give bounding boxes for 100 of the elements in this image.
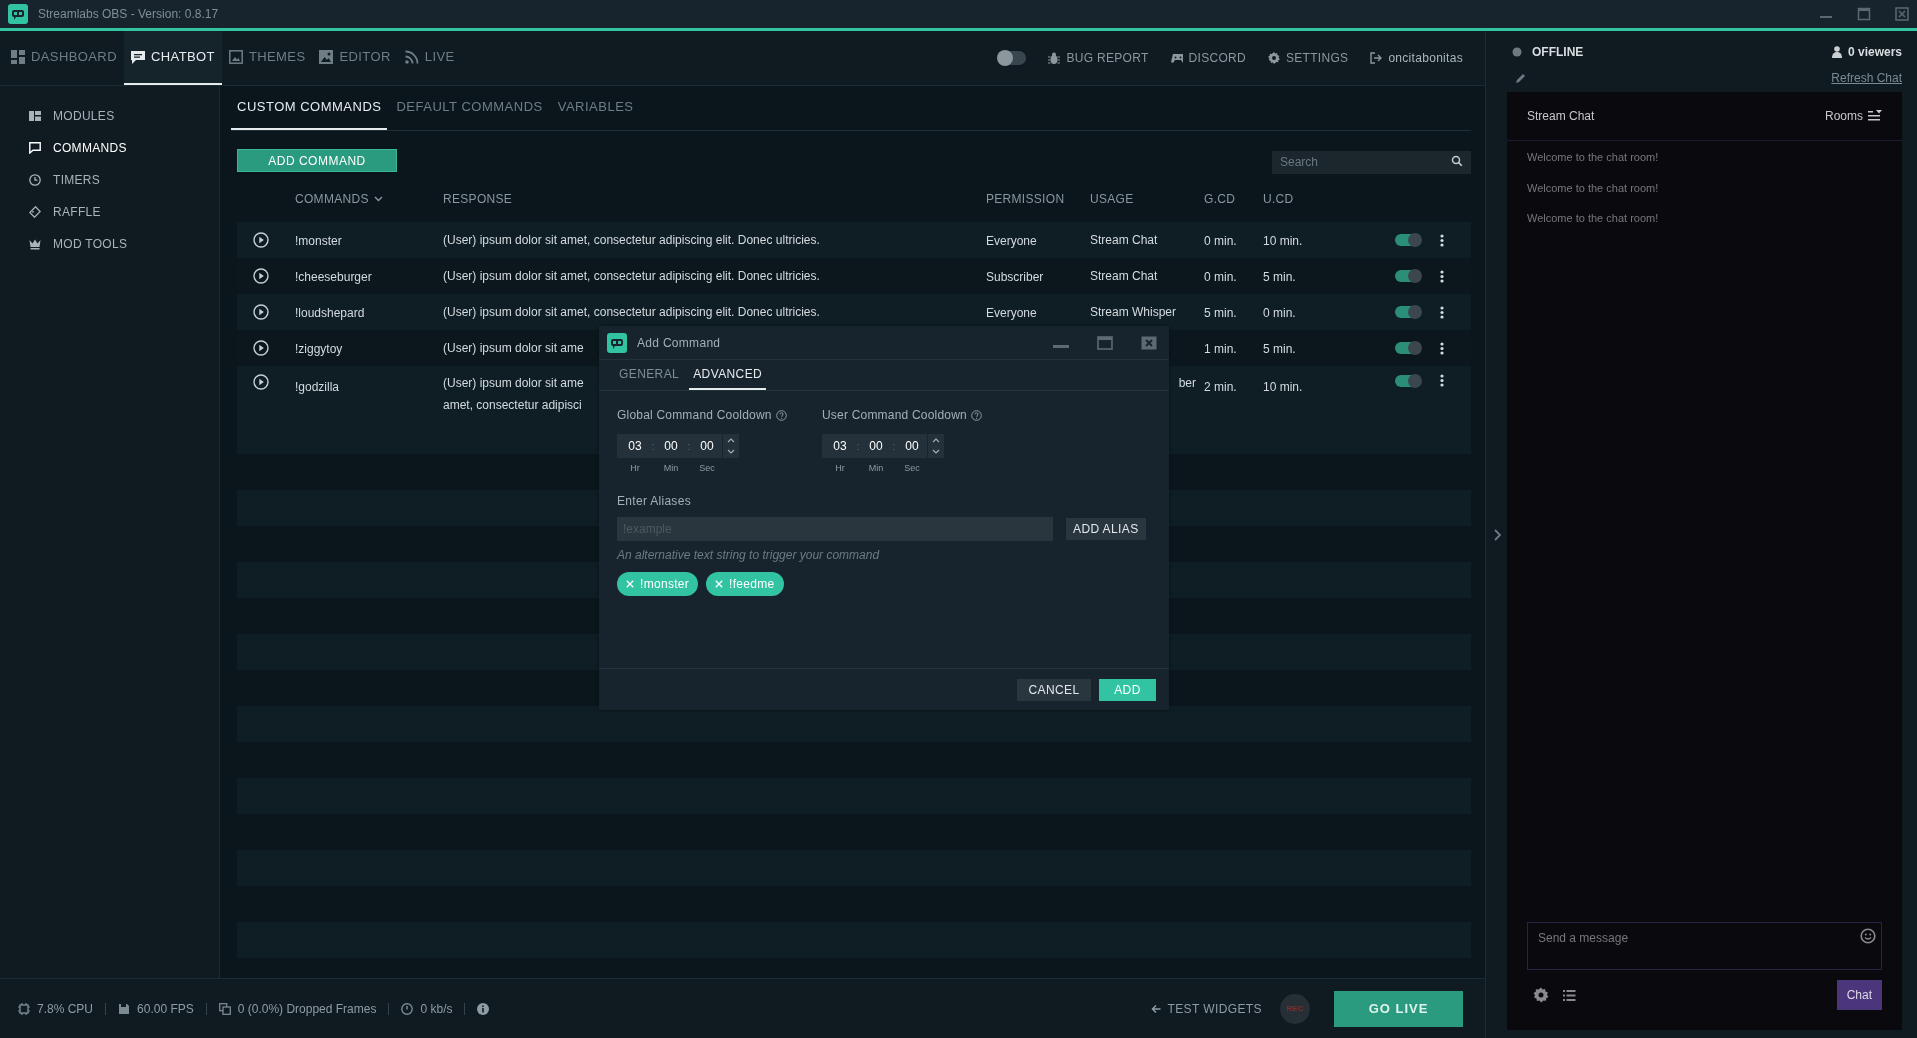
permission-text: Everyone: [986, 234, 1037, 248]
unit-label: Hr: [629, 462, 641, 475]
search-field[interactable]: Search: [1272, 150, 1471, 174]
more-vertical-icon[interactable]: [1440, 341, 1444, 355]
dashboard-icon: [11, 50, 25, 64]
sub-tab[interactable]: CUSTOM COMMANDS: [231, 86, 388, 130]
night-mode-toggle[interactable]: [998, 51, 1027, 65]
sidebar-item[interactable]: COMMANDS: [0, 132, 219, 164]
list-icon[interactable]: [1563, 989, 1576, 1001]
pencil-icon[interactable]: [1515, 72, 1527, 84]
chat-title: Stream Chat: [1527, 108, 1595, 125]
play-icon[interactable]: [253, 340, 269, 356]
nav-action[interactable]: BUG REPORT: [1048, 49, 1149, 67]
permission-text: Subscriber: [986, 270, 1044, 284]
more-vertical-icon[interactable]: [1440, 305, 1444, 319]
time-picker[interactable]: 03 : 00 : 00: [617, 434, 722, 458]
chevron-down-icon[interactable]: [373, 196, 383, 202]
spinner-arrows-icon[interactable]: [723, 434, 739, 458]
cancel-button[interactable]: CANCEL: [1017, 678, 1091, 701]
search-icon: [1451, 155, 1463, 167]
cooldown-text: 0 min.: [1204, 270, 1237, 284]
sub-tab[interactable]: VARIABLES: [551, 86, 640, 130]
test-widgets-button[interactable]: TEST WIDGETS: [1151, 999, 1262, 1018]
gamepad-icon: [1170, 52, 1183, 64]
modules-icon: [29, 110, 41, 122]
arrow-left-icon: [1151, 1003, 1162, 1014]
column-header: RESPONSE: [443, 191, 513, 208]
add-command-button[interactable]: ADD COMMAND: [237, 149, 397, 172]
gauge-icon: [401, 1002, 414, 1015]
message-field[interactable]: Send a message: [1527, 922, 1882, 970]
nav-tab[interactable]: CHATBOT: [123, 31, 222, 85]
toggle-switch[interactable]: [1395, 234, 1421, 246]
sidebar-item[interactable]: MODULES: [0, 100, 219, 132]
info-icon[interactable]: [477, 1002, 490, 1015]
time-picker[interactable]: 03 : 00 : 00: [822, 434, 927, 458]
clock-icon: [29, 174, 41, 186]
nav-tab[interactable]: THEMES: [221, 31, 313, 85]
alias-hint: An alternative text string to trigger your command: [617, 546, 881, 564]
nav-tab[interactable]: DASHBOARD: [4, 31, 124, 85]
chat-send-button[interactable]: Chat: [1836, 980, 1882, 1010]
toggle-switch[interactable]: [1395, 375, 1421, 387]
dialog-tab[interactable]: ADVANCED: [689, 360, 767, 390]
chevron-right-icon[interactable]: [1492, 528, 1501, 541]
column-header: U.CD: [1263, 191, 1294, 208]
command-name: !loudshepard: [295, 306, 365, 320]
close-icon[interactable]: [1141, 335, 1157, 350]
toggle-switch[interactable]: [1395, 342, 1421, 354]
settings-icon: [1267, 52, 1280, 64]
command-name: !godzilla: [295, 380, 340, 394]
more-vertical-icon[interactable]: [1440, 374, 1444, 387]
sub-tab[interactable]: DEFAULT COMMANDS: [390, 86, 549, 130]
sortable-column-header[interactable]: COMMANDS: [295, 190, 369, 208]
settings-icon[interactable]: [1533, 987, 1549, 1003]
help-icon[interactable]: [970, 409, 982, 421]
crown-icon: [29, 238, 41, 250]
play-icon[interactable]: [253, 374, 269, 390]
rooms-button[interactable]: Rooms: [1825, 107, 1882, 125]
image-icon: [228, 50, 243, 64]
save-icon: [118, 1002, 131, 1015]
more-vertical-icon[interactable]: [1440, 269, 1444, 283]
person-icon: [1831, 46, 1842, 58]
dialog-tab[interactable]: GENERAL: [615, 360, 684, 390]
add-alias-button[interactable]: ADD ALIAS: [1066, 517, 1146, 540]
more-vertical-icon[interactable]: [1440, 233, 1444, 247]
response-text: amet, consectetur adipisci: [443, 397, 582, 414]
ticket-icon: [29, 206, 41, 218]
toggle-switch[interactable]: [1395, 270, 1421, 282]
cooldown-text: 1 min.: [1204, 342, 1237, 356]
status-dot-icon: [1512, 47, 1522, 57]
nav-tab[interactable]: LIVE: [397, 31, 462, 85]
nav-action[interactable]: SETTINGS: [1267, 49, 1349, 67]
column-header: PERMISSION: [986, 191, 1065, 208]
toggle-switch[interactable]: [1395, 306, 1421, 318]
chat-message: Welcome to the chat room!: [1527, 180, 1660, 196]
maximize-icon[interactable]: [1857, 7, 1871, 21]
smiley-icon[interactable]: [1860, 928, 1876, 944]
app-logo-icon: [607, 332, 627, 353]
app-logo-icon: [8, 4, 28, 24]
unit-label: Min: [867, 462, 885, 475]
help-icon[interactable]: [775, 409, 787, 421]
logout-link[interactable]: oncitabonitas: [1370, 49, 1463, 67]
response-text: (User) ipsum dolor sit ame: [443, 375, 584, 392]
viewer-count: 0 viewers: [1847, 44, 1902, 61]
spinner-arrows-icon[interactable]: [928, 434, 944, 458]
sidebar-item[interactable]: TIMERS: [0, 164, 219, 196]
sidebar-item[interactable]: MOD TOOLS: [0, 228, 219, 260]
usage-text: Stream Chat: [1090, 232, 1158, 249]
play-icon[interactable]: [253, 232, 269, 248]
unit-label: Sec: [698, 462, 716, 475]
play-icon[interactable]: [253, 304, 269, 320]
sidebar-item[interactable]: RAFFLE: [0, 196, 219, 228]
nav-action[interactable]: DISCORD: [1170, 49, 1246, 67]
close-icon[interactable]: [1895, 7, 1909, 21]
unit-label: Min: [662, 462, 680, 475]
maximize-icon[interactable]: [1097, 335, 1113, 350]
cpu-icon: [18, 1002, 30, 1015]
cooldown-text: 5 min.: [1263, 270, 1296, 284]
play-icon[interactable]: [253, 268, 269, 284]
refresh-chat-link[interactable]: Refresh Chat: [1831, 69, 1902, 87]
nav-tab[interactable]: EDITOR: [312, 31, 398, 85]
